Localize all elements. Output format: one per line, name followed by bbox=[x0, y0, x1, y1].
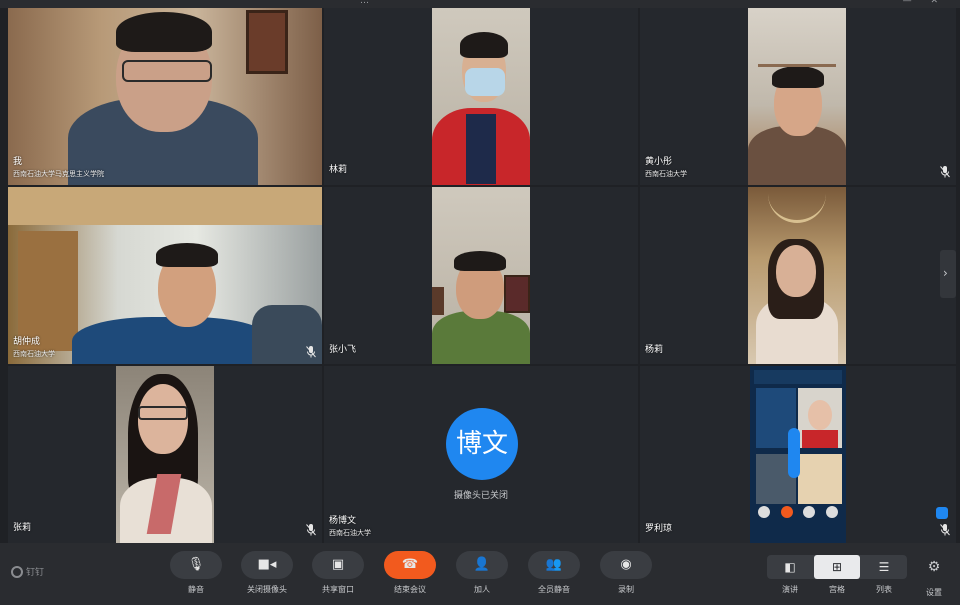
participant-name: 林莉 bbox=[329, 165, 348, 175]
participant-video bbox=[748, 8, 846, 185]
participant-name: 胡仲成 bbox=[13, 337, 41, 347]
app-logo: 钉钉 bbox=[11, 565, 44, 578]
mute-button[interactable]: 🎙 静音 bbox=[170, 551, 222, 599]
mute-all-button[interactable]: 👥 全员静音 bbox=[528, 551, 580, 599]
chevron-right-icon: › bbox=[943, 266, 948, 280]
participant-tile[interactable]: 林莉 bbox=[324, 8, 638, 185]
participant-name: 张小飞 bbox=[329, 345, 357, 355]
gear-icon: ⚙ bbox=[927, 559, 941, 575]
list-layout-label: 列表 bbox=[876, 585, 892, 594]
title-bar: … — ✕ bbox=[0, 0, 960, 8]
dingtalk-logo-icon bbox=[11, 565, 23, 578]
participant-video bbox=[8, 187, 322, 364]
participant-name: 我 bbox=[13, 157, 23, 167]
participant-tile[interactable]: 杨莉 bbox=[640, 187, 956, 364]
microphone-icon: 🎙 bbox=[187, 557, 205, 572]
mic-muted-icon bbox=[940, 166, 950, 178]
speaker-layout-icon: ◧ bbox=[784, 560, 796, 574]
participant-org: 西南石油大学 bbox=[329, 529, 371, 537]
participant-org: 西南石油大学 bbox=[645, 170, 687, 178]
camera-off-label: 摄像头已关闭 bbox=[453, 491, 508, 501]
next-page-button[interactable]: › bbox=[940, 250, 956, 298]
hang-up-icon: ☎ bbox=[401, 557, 419, 572]
settings-button[interactable]: ⚙ 设置 bbox=[920, 559, 948, 598]
participant-video bbox=[116, 366, 214, 543]
layout-switcher: ◧ ⊞ ☰ bbox=[767, 555, 907, 579]
share-window-label: 共享窗口 bbox=[322, 585, 354, 594]
grid-layout-button[interactable]: ⊞ bbox=[814, 555, 860, 579]
participant-video bbox=[750, 366, 846, 543]
participant-name: 杨博文 bbox=[329, 516, 357, 526]
participant-name: 杨莉 bbox=[645, 345, 664, 355]
participant-tile[interactable]: 张莉 bbox=[8, 366, 322, 543]
app-logo-text: 钉钉 bbox=[26, 568, 45, 578]
speaker-layout-label: 演讲 bbox=[782, 585, 798, 594]
participant-video bbox=[432, 187, 530, 364]
add-person-label: 加人 bbox=[474, 585, 490, 594]
participant-video bbox=[8, 8, 322, 185]
participant-tile[interactable]: 罗利琼 bbox=[640, 366, 956, 543]
participant-tile[interactable]: 张小飞 bbox=[324, 187, 638, 364]
camera-icon: ■◂ bbox=[257, 557, 277, 572]
mic-muted-icon bbox=[306, 524, 316, 536]
window-controls[interactable]: — ✕ bbox=[903, 0, 946, 6]
list-layout-icon: ☰ bbox=[878, 560, 890, 574]
record-button[interactable]: ◉ 录制 bbox=[600, 551, 652, 599]
mic-muted-icon bbox=[306, 346, 316, 358]
speaker-layout-button[interactable]: ◧ bbox=[767, 555, 813, 579]
mute-all-label: 全员静音 bbox=[538, 585, 570, 594]
participant-org: 西南石油大学马克思主义学院 bbox=[13, 170, 104, 178]
mic-muted-icon bbox=[940, 524, 950, 536]
participant-org: 西南石油大学 bbox=[13, 350, 55, 358]
participant-tile[interactable]: 黄小彤 西南石油大学 bbox=[640, 8, 956, 185]
mute-label: 静音 bbox=[188, 585, 204, 594]
video-grid: 我 西南石油大学马克思主义学院 林莉 黄小彤 西南石油大学 胡仲成 西南石油大学… bbox=[8, 8, 956, 543]
participant-name: 张莉 bbox=[13, 523, 32, 533]
avatar: 博文 bbox=[446, 408, 518, 480]
participant-video bbox=[748, 187, 846, 364]
grid-layout-icon: ⊞ bbox=[831, 560, 843, 574]
participant-tile[interactable]: 博文 摄像头已关闭 杨博文 西南石油大学 bbox=[324, 366, 638, 543]
list-layout-button[interactable]: ☰ bbox=[861, 555, 907, 579]
record-icon: ◉ bbox=[620, 557, 632, 572]
chat-icon[interactable] bbox=[936, 507, 948, 519]
mute-all-icon: 👥 bbox=[545, 557, 563, 572]
add-person-icon: 👤 bbox=[473, 557, 491, 572]
grid-layout-label: 宫格 bbox=[829, 585, 845, 594]
camera-off-button[interactable]: ■◂ 关闭摄像头 bbox=[241, 551, 293, 599]
add-person-button[interactable]: 👤 加人 bbox=[456, 551, 508, 599]
share-window-button[interactable]: ▣ 共享窗口 bbox=[312, 551, 364, 599]
settings-label: 设置 bbox=[926, 588, 942, 597]
meeting-window: … — ✕ 我 西南石油大学马克思主义学院 林莉 黄小彤 西南石油大学 胡仲成 … bbox=[0, 0, 960, 605]
end-meeting-button[interactable]: ☎ 结束会议 bbox=[384, 551, 436, 599]
participant-name: 罗利琼 bbox=[645, 524, 673, 534]
camera-off-label: 关闭摄像头 bbox=[247, 585, 287, 594]
participant-name: 黄小彤 bbox=[645, 157, 673, 167]
share-screen-icon: ▣ bbox=[331, 557, 345, 572]
record-label: 录制 bbox=[618, 585, 634, 594]
participant-tile[interactable]: 胡仲成 西南石油大学 bbox=[8, 187, 322, 364]
participant-tile[interactable]: 我 西南石油大学马克思主义学院 bbox=[8, 8, 322, 185]
participant-video bbox=[432, 8, 530, 185]
window-title: … bbox=[360, 0, 369, 6]
end-meeting-label: 结束会议 bbox=[394, 585, 426, 594]
meeting-toolbar: 钉钉 🎙 静音 ■◂ 关闭摄像头 ▣ 共享窗口 ☎ 结束会议 👤 加人 👥 全员… bbox=[0, 543, 960, 605]
